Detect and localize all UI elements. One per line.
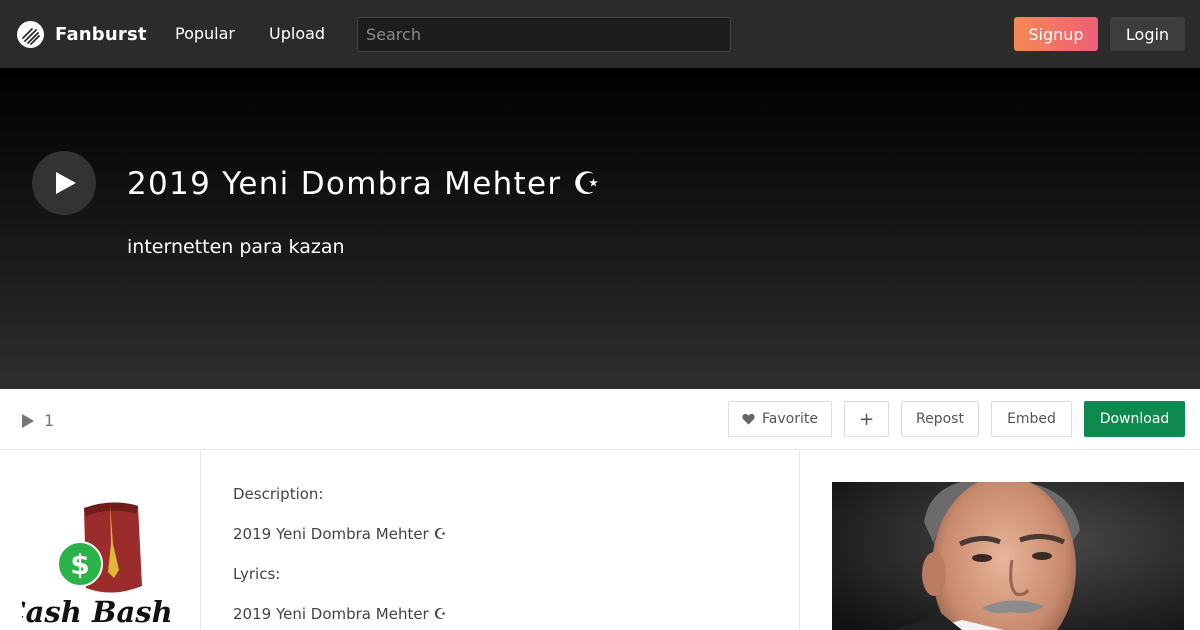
play-count-value: 1 (44, 411, 55, 430)
lyrics-label: Lyrics: (233, 565, 281, 583)
track-title: 2019 Yeni Dombra Mehter ☪ (127, 166, 602, 202)
track-artwork-image (832, 482, 1184, 630)
heart-icon (742, 413, 755, 425)
lyrics-text: 2019 Yeni Dombra Mehter ☪ (233, 605, 447, 623)
description-text: 2019 Yeni Dombra Mehter ☪ (233, 525, 447, 543)
favorite-label: Favorite (762, 411, 818, 427)
track-artist[interactable]: internetten para kazan (127, 236, 345, 258)
brand-logo-link[interactable]: Fanburst (17, 20, 147, 48)
signup-button[interactable]: Signup (1014, 17, 1098, 51)
fanburst-logo-icon (17, 20, 44, 48)
brand-name: Fanburst (55, 23, 147, 45)
add-to-playlist-button[interactable]: + (844, 401, 889, 437)
play-count: 1 (22, 411, 54, 430)
track-action-bar: 1 Favorite + Repost Embed Download (0, 389, 1200, 450)
track-hero: 2019 Yeni Dombra Mehter ☪ internetten pa… (0, 68, 1200, 389)
search-input[interactable] (357, 17, 731, 52)
embed-button[interactable]: Embed (991, 401, 1072, 437)
favorite-button[interactable]: Favorite (728, 401, 832, 437)
repost-button[interactable]: Repost (901, 401, 979, 437)
portrait-photo (832, 482, 1184, 630)
play-icon (56, 172, 76, 194)
top-navbar: Fanburst Popular Upload Signup Login (0, 0, 1200, 68)
play-count-icon (22, 413, 34, 428)
download-button[interactable]: Download (1084, 401, 1185, 437)
svg-text:$: $ (70, 548, 89, 581)
cash-basha-logo-icon: $ Cash Basha (3, 502, 191, 629)
description-column: Description: 2019 Yeni Dombra Mehter ☪ L… (201, 450, 800, 630)
nav-upload[interactable]: Upload (269, 24, 325, 44)
login-button[interactable]: Login (1110, 17, 1185, 51)
track-details: $ Cash Basha Description: 2019 Yeni Domb… (0, 450, 1200, 630)
nav-popular[interactable]: Popular (175, 24, 235, 44)
play-button[interactable] (32, 151, 96, 215)
uploader-column: $ Cash Basha (0, 450, 201, 630)
description-label: Description: (233, 485, 324, 503)
uploader-avatar[interactable]: $ Cash Basha (3, 494, 191, 630)
svg-text:Cash Basha: Cash Basha (22, 595, 172, 629)
